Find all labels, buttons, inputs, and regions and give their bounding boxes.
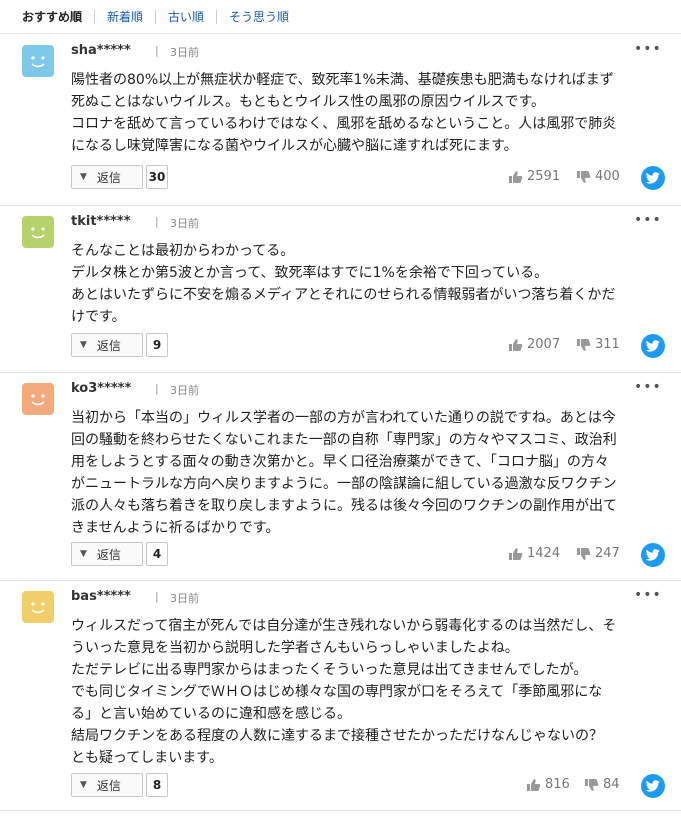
twitter-share-button[interactable] bbox=[641, 166, 665, 190]
comment-username[interactable]: ko3***** bbox=[71, 381, 131, 396]
avatar bbox=[22, 591, 54, 623]
reply-count[interactable]: 30 bbox=[146, 165, 168, 189]
separator: | bbox=[155, 215, 159, 228]
chevron-down-icon: ▼ bbox=[80, 780, 87, 790]
more-options-icon[interactable]: ••• bbox=[634, 587, 662, 603]
dislike-button[interactable]: 247 bbox=[576, 546, 620, 561]
comment-body: ウィルスだって宿主が死んでは自分達が生き残れないから弱毒化するのは当然だし、そ … bbox=[71, 618, 617, 766]
thumbs-up-icon bbox=[509, 338, 523, 351]
comment-body: そんなことは最初からわかってる。 デルタ株とか第5波とか言って、致死率はすでに1… bbox=[71, 243, 616, 325]
separator: | bbox=[155, 382, 159, 395]
comment-username[interactable]: bas***** bbox=[71, 589, 131, 604]
comment-item: bas***** | 3日前 ••• ウィルスだって宿主が死んでは自分達が生き残… bbox=[0, 581, 681, 811]
comment-time: 3日前 bbox=[170, 384, 199, 397]
reply-count[interactable]: 9 bbox=[146, 333, 168, 357]
tab-agree[interactable]: そう思う順 bbox=[216, 9, 301, 24]
dislike-count: 311 bbox=[595, 337, 620, 352]
thumbs-down-icon bbox=[577, 170, 591, 183]
reply-count[interactable]: 4 bbox=[146, 542, 168, 566]
twitter-icon bbox=[646, 340, 660, 352]
twitter-share-button[interactable] bbox=[641, 334, 665, 358]
twitter-icon bbox=[646, 549, 660, 561]
thumbs-up-icon bbox=[509, 170, 523, 183]
avatar bbox=[22, 45, 54, 77]
comment-item: ko3***** | 3日前 ••• 当初から「本当の」ウィルス学者の一部の方が… bbox=[0, 373, 681, 581]
avatar-face bbox=[22, 383, 54, 415]
tab-oldest[interactable]: 古い順 bbox=[155, 9, 216, 24]
comment-username[interactable]: sha***** bbox=[71, 43, 131, 58]
tab-recommended[interactable]: おすすめ順 bbox=[22, 10, 94, 24]
comment-body: 陽性者の80%以上が無症状か軽症で、致死率1%未満、基礎疾患も肥満もなければまず… bbox=[71, 72, 617, 154]
twitter-icon bbox=[646, 172, 660, 184]
like-button[interactable]: 2007 bbox=[508, 337, 560, 352]
like-button[interactable]: 2591 bbox=[508, 169, 560, 184]
reply-button[interactable]: ▼ 返信 bbox=[71, 773, 143, 797]
comment-time: 3日前 bbox=[170, 217, 199, 230]
like-count: 816 bbox=[545, 777, 570, 792]
dislike-button[interactable]: 84 bbox=[584, 777, 620, 792]
avatar-face bbox=[22, 45, 54, 77]
reply-count[interactable]: 8 bbox=[146, 773, 168, 797]
dislike-count: 247 bbox=[595, 546, 620, 561]
twitter-share-button[interactable] bbox=[641, 543, 665, 567]
dislike-button[interactable]: 400 bbox=[576, 169, 620, 184]
chevron-down-icon: ▼ bbox=[80, 340, 87, 350]
comment-time: 3日前 bbox=[170, 46, 199, 59]
thumbs-down-icon bbox=[577, 547, 591, 560]
like-button[interactable]: 816 bbox=[526, 777, 570, 792]
dislike-button[interactable]: 311 bbox=[576, 337, 620, 352]
thumbs-up-icon bbox=[509, 547, 523, 560]
reply-button[interactable]: ▼ 返信 bbox=[71, 165, 143, 189]
dislike-count: 400 bbox=[595, 169, 620, 184]
reply-button[interactable]: ▼ 返信 bbox=[71, 542, 143, 566]
tab-newest[interactable]: 新着順 bbox=[94, 9, 155, 24]
twitter-icon bbox=[646, 780, 660, 792]
more-options-icon[interactable]: ••• bbox=[634, 212, 662, 228]
avatar bbox=[22, 383, 54, 415]
sort-tabs: おすすめ順 新着順 古い順 そう思う順 bbox=[0, 0, 681, 34]
comment-username[interactable]: tkit***** bbox=[71, 214, 131, 229]
avatar-face bbox=[22, 216, 54, 248]
thumbs-up-icon bbox=[527, 778, 541, 791]
separator: | bbox=[155, 44, 159, 57]
comment-time: 3日前 bbox=[170, 592, 199, 605]
thumbs-down-icon bbox=[585, 778, 599, 791]
comment-item: tkit***** | 3日前 ••• そんなことは最初からわかってる。 デルタ… bbox=[0, 206, 681, 373]
dislike-count: 84 bbox=[603, 777, 620, 792]
separator: | bbox=[155, 590, 159, 603]
chevron-down-icon: ▼ bbox=[80, 172, 87, 182]
twitter-share-button[interactable] bbox=[641, 774, 665, 798]
avatar bbox=[22, 216, 54, 248]
more-options-icon[interactable]: ••• bbox=[634, 41, 662, 57]
comment-item: sha***** | 3日前 ••• 陽性者の80%以上が無症状か軽症で、致死率… bbox=[0, 35, 681, 206]
avatar-face bbox=[22, 591, 54, 623]
more-options-icon[interactable]: ••• bbox=[634, 379, 662, 395]
comment-body: 当初から「本当の」ウィルス学者の一部の方が言われていた通りの説ですね。あとは今 … bbox=[71, 410, 617, 536]
thumbs-down-icon bbox=[577, 338, 591, 351]
like-count: 2007 bbox=[527, 337, 561, 352]
like-count: 2591 bbox=[527, 169, 561, 184]
like-count: 1424 bbox=[527, 546, 561, 561]
chevron-down-icon: ▼ bbox=[80, 549, 87, 559]
reply-button[interactable]: ▼ 返信 bbox=[71, 333, 143, 357]
like-button[interactable]: 1424 bbox=[508, 546, 560, 561]
